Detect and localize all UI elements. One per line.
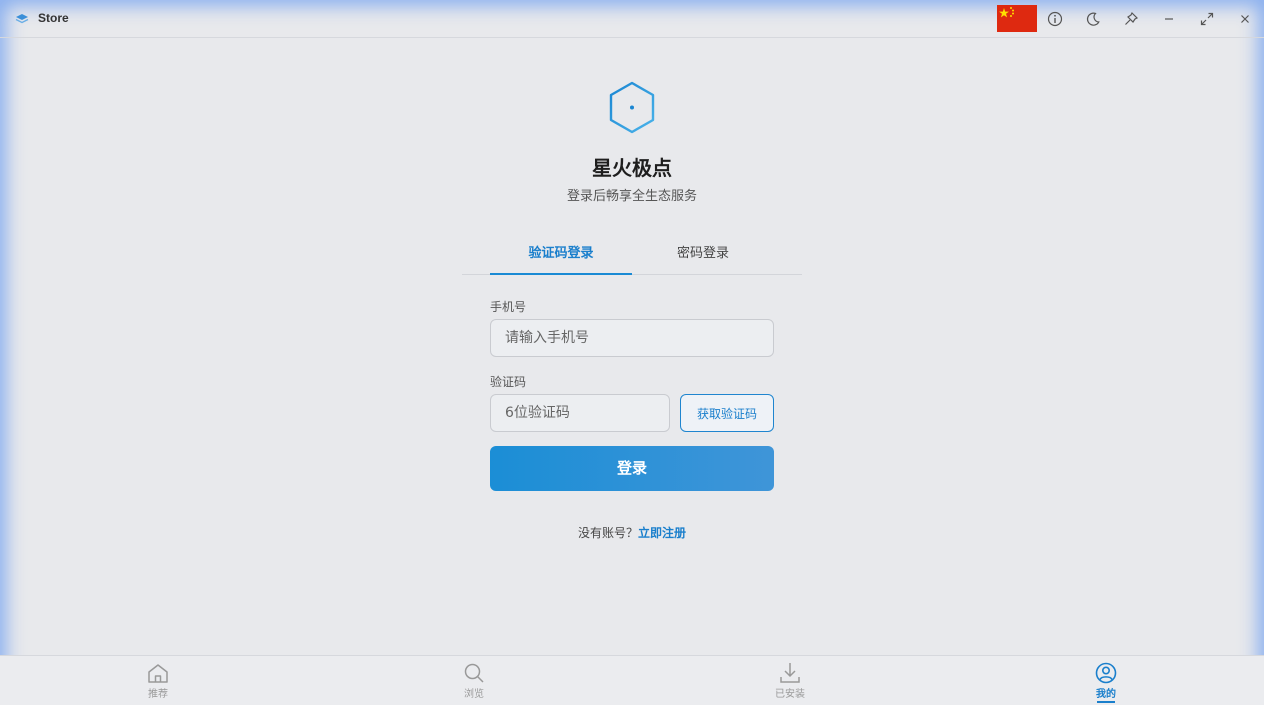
nav-label-recommend: 推荐 <box>148 689 168 700</box>
nav-label-browse: 浏览 <box>464 689 484 700</box>
brand-subtitle: 登录后畅享全生态服务 <box>566 189 697 204</box>
window-title: Store <box>38 11 69 25</box>
search-icon <box>464 663 484 683</box>
maximize-icon[interactable] <box>1197 9 1217 29</box>
nav-item-mine[interactable]: 我的 <box>1076 662 1136 704</box>
login-button[interactable]: 登录 <box>490 446 774 491</box>
brand-hexagon-logo <box>609 81 655 134</box>
active-tab-indicator <box>1097 701 1115 703</box>
pin-icon[interactable] <box>1121 9 1141 29</box>
login-tabs: 验证码登录 密码登录 <box>462 233 802 275</box>
nav-item-installed[interactable]: 已安装 <box>760 662 820 704</box>
download-icon <box>780 663 800 683</box>
register-prompt: 没有账号？立即注册 <box>0 524 1264 541</box>
minimize-icon[interactable] <box>1159 9 1179 29</box>
bottom-nav: 推荐 浏览 已安装 我的 <box>0 655 1264 705</box>
user-icon <box>1095 662 1117 684</box>
register-link[interactable]: 立即注册 <box>638 526 686 540</box>
get-code-button[interactable]: 获取验证码 <box>680 394 774 432</box>
code-label: 验证码 <box>490 375 527 389</box>
nav-label-mine: 我的 <box>1096 689 1116 700</box>
nav-item-recommend[interactable]: 推荐 <box>128 662 188 704</box>
info-icon[interactable] <box>1045 9 1065 29</box>
title-bar: Store <box>0 0 1264 38</box>
nav-label-installed: 已安装 <box>775 689 805 700</box>
store-logo-icon <box>15 14 29 24</box>
code-input[interactable]: 6位验证码 <box>490 394 670 432</box>
app-window: Store 星火极点 登录后畅享全生态服务 验证码登录 密码登录 手机号 请输入… <box>0 0 1264 705</box>
tab-sms-login[interactable]: 验证码登录 <box>490 233 632 275</box>
brand-title: 星火极点 <box>592 156 672 180</box>
china-flag-icon[interactable] <box>997 5 1037 32</box>
tab-password-login[interactable]: 密码登录 <box>632 233 774 275</box>
moon-icon[interactable] <box>1083 9 1103 29</box>
register-prompt-text: 没有账号？ <box>577 526 638 540</box>
nav-item-browse[interactable]: 浏览 <box>444 662 504 704</box>
phone-input[interactable]: 请输入手机号 <box>490 319 774 357</box>
close-icon[interactable] <box>1235 9 1255 29</box>
phone-label: 手机号 <box>490 300 527 314</box>
home-icon <box>148 664 168 683</box>
